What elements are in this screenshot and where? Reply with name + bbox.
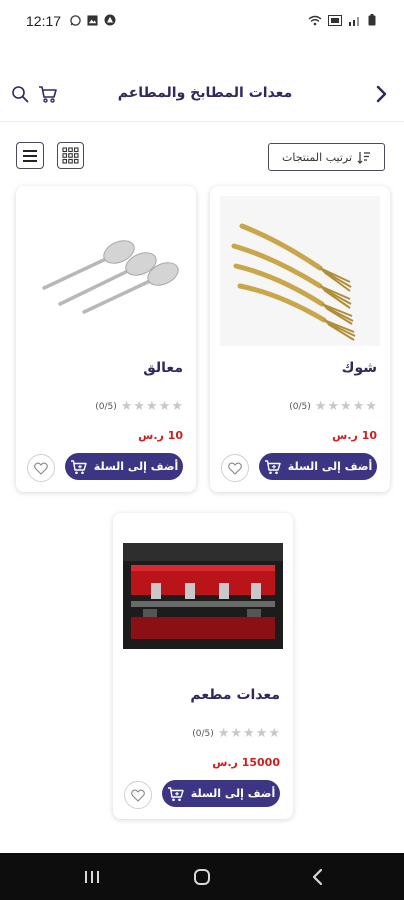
recent-apps-button[interactable]: [80, 865, 104, 889]
system-back-button[interactable]: [306, 865, 330, 889]
star-icon: ★: [268, 726, 280, 741]
rating-text: (0/5): [289, 401, 311, 412]
star-icon: ★: [365, 399, 377, 414]
star-icon: ★: [327, 399, 340, 414]
status-right-icons: [308, 14, 376, 26]
product-rating: ★ ★ ★ ★ ★ (0/5): [289, 400, 377, 413]
add-to-cart-label: أضف إلى السلة: [93, 460, 179, 473]
product-price: 15000 ر.س: [212, 756, 280, 769]
product-image[interactable]: [123, 523, 283, 673]
star-icon: ★: [243, 726, 255, 741]
product-image[interactable]: [220, 196, 380, 346]
product-price: 10 ر.س: [138, 429, 183, 442]
product-name[interactable]: شوك: [342, 360, 377, 376]
rating-text: (0/5): [192, 728, 214, 739]
golden-forks-image: [220, 196, 380, 346]
star-icon: ★: [314, 399, 327, 414]
heart-icon: [34, 461, 48, 475]
silver-spoons-image: [26, 196, 186, 346]
product-price: 10 ر.س: [332, 429, 377, 442]
list-view-button[interactable]: [16, 142, 44, 169]
product-rating: ★ ★ ★ ★ ★ (0/5): [95, 400, 183, 413]
volte-icon: [328, 14, 342, 26]
star-icon: ★: [340, 399, 352, 414]
espresso-machine-image: [123, 543, 283, 649]
cart-plus-icon: [70, 459, 87, 474]
cart-button[interactable]: [38, 84, 58, 104]
whatsapp-icon: [70, 14, 81, 26]
heart-icon: [228, 461, 242, 475]
grid-view-icon: [62, 147, 79, 164]
top-app-bar: معدات المطابخ والمطاعم: [0, 70, 404, 120]
grid-view-button[interactable]: [57, 142, 84, 169]
list-view-icon: [23, 149, 37, 162]
status-time: 12:17: [26, 13, 62, 29]
rating-text: (0/5): [95, 401, 117, 412]
add-to-cart-button[interactable]: أضف إلى السلة: [65, 453, 183, 480]
wifi-icon: [308, 15, 322, 25]
add-to-cart-label: أضف إلى السلة: [287, 460, 373, 473]
favorite-button[interactable]: [27, 454, 55, 482]
product-name[interactable]: معالق: [143, 360, 183, 376]
signal-icon: [349, 16, 359, 26]
home-icon: [194, 869, 210, 885]
heart-icon: [131, 788, 145, 802]
back-icon: [312, 868, 323, 886]
add-to-cart-label: أضف إلى السلة: [190, 787, 276, 800]
star-icon: ★: [133, 399, 146, 414]
product-image[interactable]: [26, 196, 186, 346]
cart-icon: [39, 86, 57, 103]
product-card[interactable]: معالق ★ ★ ★ ★ ★ (0/5) 10 ر.س أضف إلى الس…: [16, 186, 196, 492]
chevron-right-icon: [376, 85, 387, 103]
recent-apps-icon: [85, 871, 99, 883]
star-icon: ★: [146, 399, 158, 414]
sort-icon: [357, 151, 371, 164]
star-icon: ★: [171, 399, 183, 414]
star-icon: ★: [217, 726, 230, 741]
header-divider: [0, 121, 404, 122]
battery-icon: [368, 14, 376, 26]
star-icon: ★: [255, 726, 268, 741]
status-left-icons: [70, 14, 116, 26]
cart-plus-icon: [264, 459, 281, 474]
page-title: معدات المطابخ والمطاعم: [117, 85, 293, 101]
cart-plus-icon: [167, 786, 184, 801]
favorite-button[interactable]: [221, 454, 249, 482]
add-to-cart-button[interactable]: أضف إلى السلة: [162, 780, 280, 807]
product-rating: ★ ★ ★ ★ ★ (0/5): [192, 727, 280, 740]
star-icon: ★: [120, 399, 133, 414]
status-bar: 12:17: [0, 0, 404, 44]
search-button[interactable]: [11, 85, 29, 103]
home-button[interactable]: [190, 865, 214, 889]
favorite-button[interactable]: [124, 781, 152, 809]
product-card[interactable]: معدات مطعم ★ ★ ★ ★ ★ (0/5) 15000 ر.س أضف…: [113, 513, 293, 819]
product-card[interactable]: شوك ★ ★ ★ ★ ★ (0/5) 10 ر.س أضف إلى السلة: [210, 186, 390, 492]
sort-products-button[interactable]: ترتيب المنتجات: [268, 143, 385, 171]
star-icon: ★: [230, 726, 243, 741]
add-to-cart-button[interactable]: أضف إلى السلة: [259, 453, 377, 480]
product-name[interactable]: معدات مطعم: [190, 687, 280, 703]
star-icon: ★: [158, 399, 171, 414]
sort-label: ترتيب المنتجات: [281, 150, 353, 164]
star-icon: ★: [352, 399, 365, 414]
search-icon: [12, 86, 29, 103]
back-button[interactable]: [370, 83, 392, 105]
image-icon: [87, 14, 98, 26]
system-navigation-bar: [0, 853, 404, 900]
alert-icon: [104, 14, 116, 26]
